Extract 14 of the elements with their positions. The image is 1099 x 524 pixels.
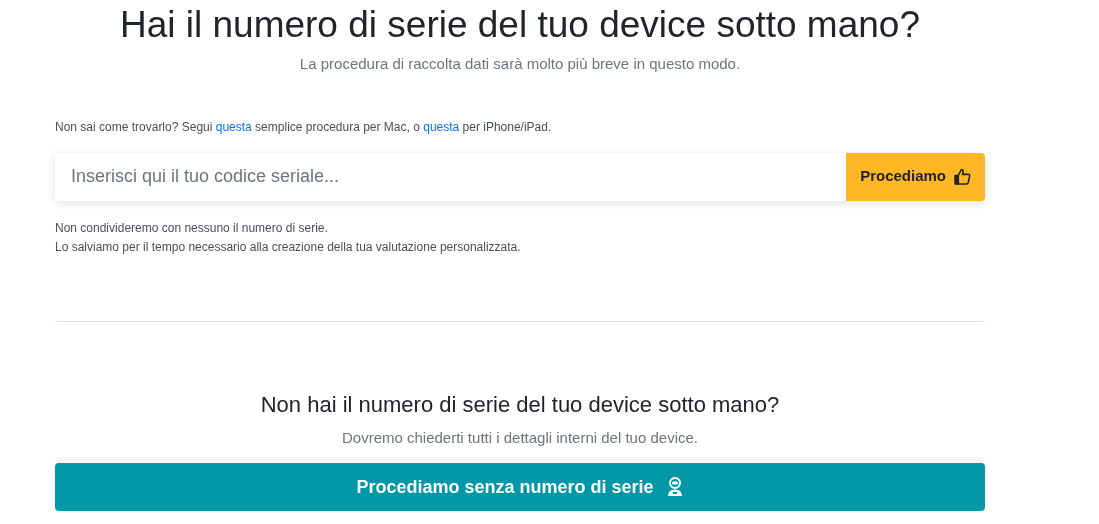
procedure-link[interactable]: questa — [215, 119, 252, 134]
page-subtitle: La procedura di raccolta dati sarà molto più breve in questo modo. — [298, 54, 742, 74]
person-icon — [665, 477, 684, 497]
privacy-note: Lo salviamo per il tempo necessario alla creazione della tua valutazione personalizzata. — [55, 238, 522, 256]
thumbs-up-icon — [954, 168, 971, 185]
page-title: Hai il numero di serie del tuo device sotto mano? — [118, 3, 921, 47]
section-title: Non hai il numero di serie del tuo device sotto mano? — [259, 390, 781, 419]
serial-input-field[interactable]: Inserisci qui il tuo codice seriale... — [55, 152, 847, 201]
proceed-without-serial-button[interactable]: Procediamo senza numero di serie — [55, 463, 985, 511]
privacy-note: Non condivideremo con nessuno il numero di serie. — [55, 219, 329, 237]
hint-text: Non sai come trovarlo? Segui questa semplice procedura per Mac, o questa per iPhone/iPad. — [55, 118, 553, 136]
section-subtitle: Dovremo chiederti tutti i dettagli interni del tuo device. — [341, 427, 699, 448]
proceed-button[interactable]: Procediamo — [846, 152, 985, 201]
procedure-link[interactable]: questa — [423, 119, 460, 134]
